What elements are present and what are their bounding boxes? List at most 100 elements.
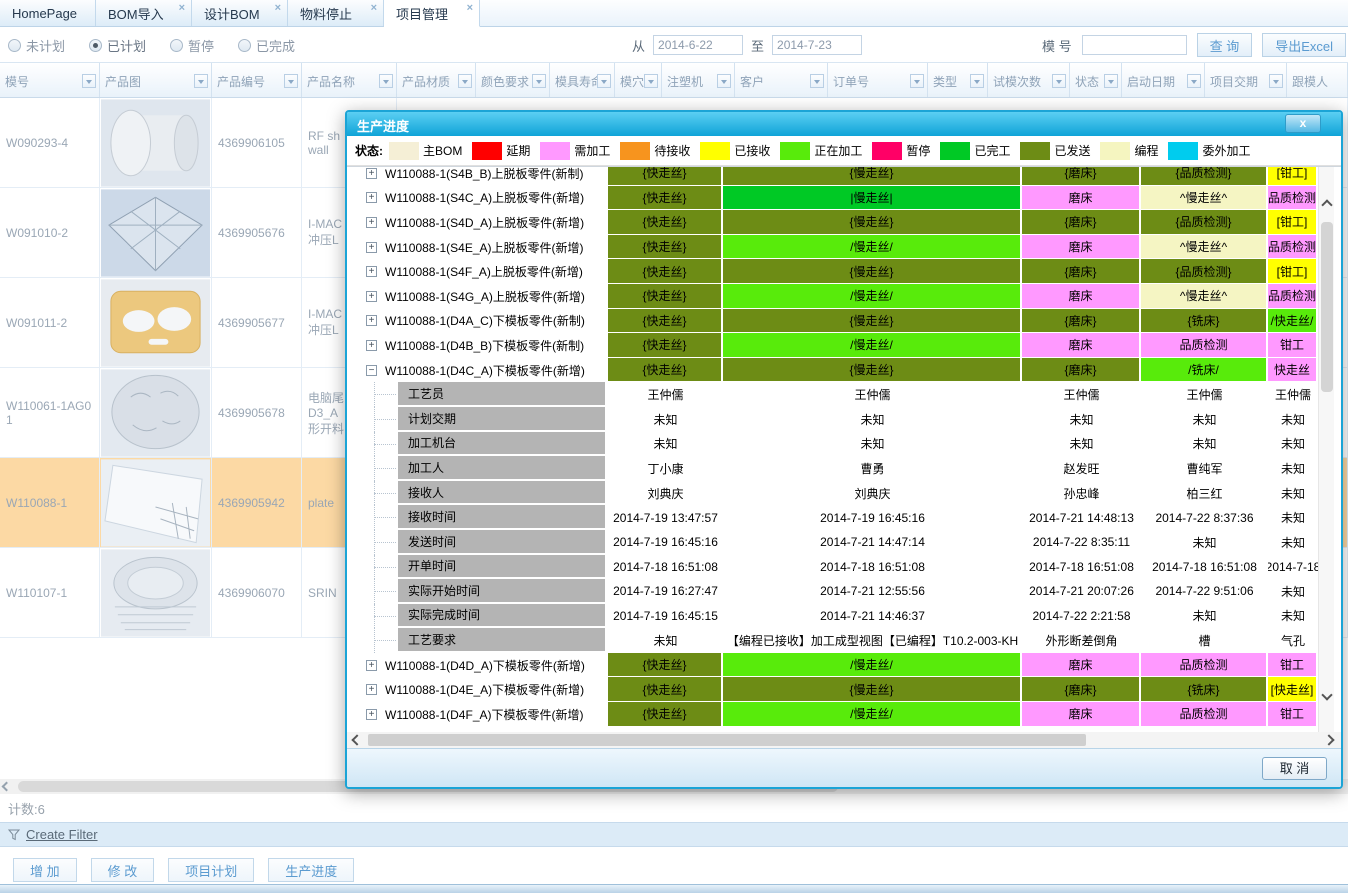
column-header-13[interactable]: 状态 xyxy=(1070,63,1122,97)
column-header-3[interactable]: 产品名称 xyxy=(302,63,397,97)
filter-dropdown-icon[interactable] xyxy=(597,74,611,88)
expand-icon[interactable]: + xyxy=(366,192,377,203)
expand-icon[interactable]: + xyxy=(366,168,377,179)
search-button[interactable]: 查 询 xyxy=(1197,33,1253,57)
status-radio-3[interactable]: 已完成 xyxy=(238,36,295,55)
expand-icon[interactable]: + xyxy=(366,660,377,671)
filter-dropdown-icon[interactable] xyxy=(194,74,208,88)
status-radio-0[interactable]: 未计划 xyxy=(8,36,65,55)
process-cell[interactable]: {慢走丝} xyxy=(723,167,1022,186)
filter-dropdown-icon[interactable] xyxy=(644,74,658,88)
filter-dropdown-icon[interactable] xyxy=(1187,74,1201,88)
tab-close-icon[interactable]: × xyxy=(371,3,377,13)
process-cell[interactable]: {快走丝} xyxy=(608,284,723,309)
process-cell[interactable]: /慢走丝/ xyxy=(723,284,1022,309)
add-button[interactable]: 增 加 xyxy=(13,858,77,882)
scroll-up-icon[interactable] xyxy=(1321,199,1332,210)
filter-dropdown-icon[interactable] xyxy=(970,74,984,88)
date-from-input[interactable] xyxy=(653,35,743,55)
grid-row-1[interactable]: +W110088-1(S4C_A)上脱板零件(新增){快走丝}|慢走丝|磨床^慢… xyxy=(347,186,1318,211)
process-cell[interactable]: {磨床} xyxy=(1022,210,1141,235)
column-header-8[interactable]: 注塑机 xyxy=(662,63,735,97)
close-icon[interactable]: x xyxy=(1285,114,1321,133)
process-cell[interactable]: 品质检测 xyxy=(1268,284,1318,309)
expand-icon[interactable]: − xyxy=(366,365,377,376)
grid-row-8[interactable]: −W110088-1(D4C_A)下模板零件(新增){快走丝}{慢走丝}{磨床}… xyxy=(347,358,1318,383)
column-header-4[interactable]: 产品材质 xyxy=(397,63,476,97)
column-header-16[interactable]: 跟模人 xyxy=(1287,63,1348,97)
process-cell[interactable]: ^慢走丝^ xyxy=(1141,284,1268,309)
tab-4[interactable]: 项目管理× xyxy=(384,0,480,27)
scroll-down-icon[interactable] xyxy=(1321,689,1332,700)
grid-row-7[interactable]: +W110088-1(D4B_B)下模板零件(新制){快走丝}/慢走丝/磨床品质… xyxy=(347,333,1318,358)
filter-dropdown-icon[interactable] xyxy=(379,74,393,88)
process-cell[interactable]: [快走丝] xyxy=(1268,677,1318,702)
process-cell[interactable]: /慢走丝/ xyxy=(723,235,1022,260)
process-cell[interactable]: /快走丝/ xyxy=(1268,309,1318,334)
project-plan-button[interactable]: 项目计划 xyxy=(168,858,254,882)
status-radio-1[interactable]: 已计划 xyxy=(89,36,146,55)
process-cell[interactable]: {磨床} xyxy=(1022,259,1141,284)
filter-dropdown-icon[interactable] xyxy=(82,74,96,88)
grid-row-11[interactable]: +W110088-1(D4F_A)下模板零件(新增){快走丝}/慢走丝/磨床品质… xyxy=(347,702,1318,727)
process-cell[interactable]: 磨床 xyxy=(1022,235,1141,260)
scroll-right-icon[interactable] xyxy=(1323,734,1334,745)
grid-row-10[interactable]: +W110088-1(D4E_A)下模板零件(新增){快走丝}{慢走丝}{磨床}… xyxy=(347,677,1318,702)
process-cell[interactable]: ^慢走丝^ xyxy=(1141,186,1268,211)
expand-icon[interactable]: + xyxy=(366,266,377,277)
process-cell[interactable]: {磨床} xyxy=(1022,358,1141,383)
date-to-input[interactable] xyxy=(772,35,862,55)
process-cell[interactable]: 品质检测 xyxy=(1141,702,1268,727)
process-cell[interactable]: {铣床} xyxy=(1141,677,1268,702)
process-cell[interactable]: {品质检测} xyxy=(1141,210,1268,235)
process-cell[interactable]: {品质检测} xyxy=(1141,259,1268,284)
status-radio-2[interactable]: 暂停 xyxy=(170,36,214,55)
grid-row-2[interactable]: +W110088-1(S4D_A)上脱板零件(新增){快走丝}{慢走丝}{磨床}… xyxy=(347,210,1318,235)
create-filter-link[interactable]: Create Filter xyxy=(26,827,98,842)
expand-icon[interactable]: + xyxy=(366,217,377,228)
process-cell[interactable]: {快走丝} xyxy=(608,677,723,702)
scrollbar-thumb[interactable] xyxy=(1321,222,1333,392)
filter-dropdown-icon[interactable] xyxy=(810,74,824,88)
process-cell[interactable]: 品质检测 xyxy=(1141,333,1268,358)
process-cell[interactable]: {慢走丝} xyxy=(723,259,1022,284)
column-header-11[interactable]: 类型 xyxy=(928,63,988,97)
filter-dropdown-icon[interactable] xyxy=(1269,74,1283,88)
filter-dropdown-icon[interactable] xyxy=(284,74,298,88)
grid-row-4[interactable]: +W110088-1(S4F_A)上脱板零件(新增){快走丝}{慢走丝}{磨床}… xyxy=(347,259,1318,284)
process-cell[interactable]: 钳工 xyxy=(1268,333,1318,358)
modify-button[interactable]: 修 改 xyxy=(91,858,155,882)
column-header-7[interactable]: 模穴数 xyxy=(615,63,662,97)
filter-dropdown-icon[interactable] xyxy=(1104,74,1118,88)
process-cell[interactable]: {快走丝} xyxy=(608,167,723,186)
tab-3[interactable]: 物料停止× xyxy=(288,0,384,26)
grid-row-0[interactable]: +W110088-1(S4B_B)上脱板零件(新制){快走丝}{慢走丝}{磨床}… xyxy=(347,167,1318,186)
column-header-12[interactable]: 试模次数 xyxy=(988,63,1070,97)
tab-2[interactable]: 设计BOM× xyxy=(192,0,288,26)
process-cell[interactable]: {慢走丝} xyxy=(723,210,1022,235)
column-header-1[interactable]: 产品图 xyxy=(100,63,212,97)
process-cell[interactable]: {快走丝} xyxy=(608,309,723,334)
cancel-button[interactable]: 取 消 xyxy=(1262,757,1327,780)
export-excel-button[interactable]: 导出Excel xyxy=(1262,33,1346,57)
process-cell[interactable]: /慢走丝/ xyxy=(723,653,1022,678)
process-cell[interactable]: 钳工 xyxy=(1268,702,1318,727)
process-cell[interactable]: /铣床/ xyxy=(1141,358,1268,383)
mold-no-input[interactable] xyxy=(1082,35,1187,55)
expand-icon[interactable]: + xyxy=(366,340,377,351)
column-header-14[interactable]: 启动日期 xyxy=(1122,63,1205,97)
expand-icon[interactable]: + xyxy=(366,291,377,302)
process-cell[interactable]: 品质检测 xyxy=(1141,653,1268,678)
expand-icon[interactable]: + xyxy=(366,315,377,326)
process-cell[interactable]: [钳工] xyxy=(1268,210,1318,235)
process-cell[interactable]: |慢走丝| xyxy=(723,186,1022,211)
production-progress-button[interactable]: 生产进度 xyxy=(268,858,354,882)
process-cell[interactable]: {快走丝} xyxy=(608,210,723,235)
grid-row-5[interactable]: +W110088-1(S4G_A)上脱板零件(新增){快走丝}/慢走丝/磨床^慢… xyxy=(347,284,1318,309)
process-cell[interactable]: 品质检测 xyxy=(1268,235,1318,260)
process-cell[interactable]: /慢走丝/ xyxy=(723,702,1022,727)
expand-icon[interactable]: + xyxy=(366,709,377,720)
process-cell[interactable]: ^慢走丝^ xyxy=(1141,235,1268,260)
tab-close-icon[interactable]: × xyxy=(179,3,185,13)
dialog-horizontal-scrollbar[interactable] xyxy=(347,732,1341,748)
